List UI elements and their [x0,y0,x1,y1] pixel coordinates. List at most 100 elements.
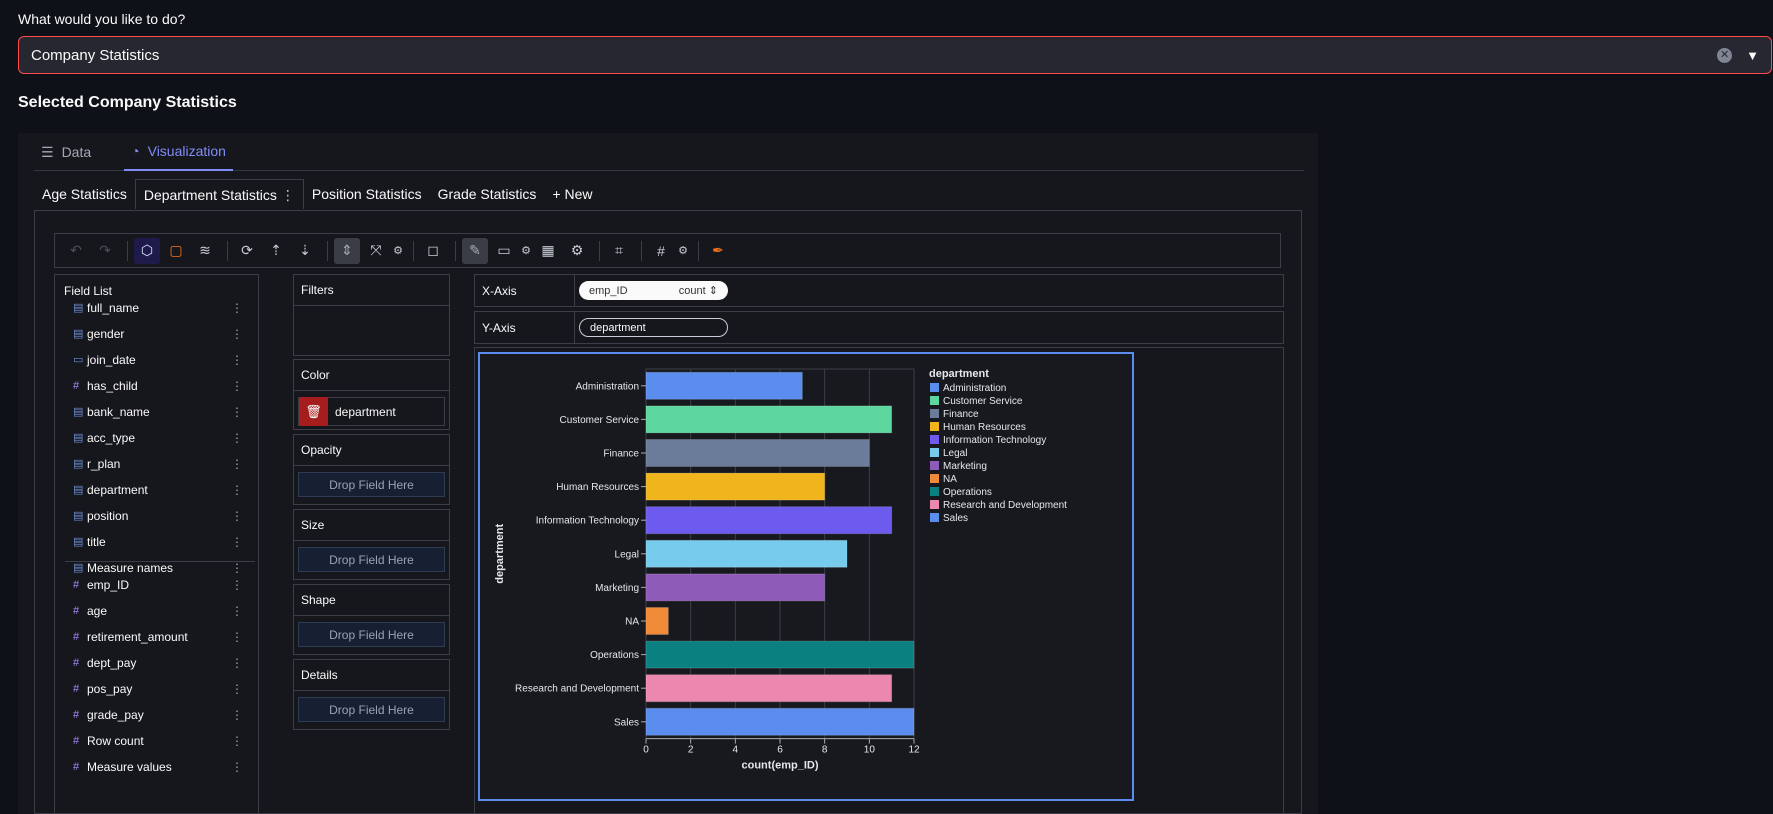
redo-icon[interactable]: ↷ [92,238,118,264]
legend-swatch [930,383,939,392]
y-axis-pill[interactable]: department [579,318,728,337]
export-settings-icon[interactable]: ⚙ [520,238,532,264]
number-settings-icon[interactable]: ⚙ [677,238,689,264]
transpose-icon[interactable]: ⟳ [234,238,260,264]
undo-icon[interactable]: ↶ [63,238,89,264]
x-axis-aggregation[interactable]: count ⇕ [679,284,718,297]
cube-icon[interactable]: ⬡ [134,237,160,264]
y-tick-label: Information Technology [536,516,639,527]
field-item-label: r_plan [87,456,121,471]
details-drop-zone[interactable]: Drop Field Here [298,697,445,722]
field-item[interactable]: # Row count ⋮ [73,729,253,752]
field-item[interactable]: # Measure values ⋮ [73,755,253,778]
x-tick-label: 4 [733,745,739,756]
bar [645,472,826,501]
field-item[interactable]: ▤ title ⋮ [73,530,253,553]
new-chart-button[interactable]: + New [544,179,600,209]
field-item[interactable]: # emp_ID ⋮ [73,573,253,596]
field-item[interactable]: ▤ gender ⋮ [73,322,253,345]
more-icon[interactable]: ⋮ [231,708,243,722]
field-item[interactable]: ▤ bank_name ⋮ [73,400,253,423]
tab-position-statistics[interactable]: Position Statistics [304,179,430,209]
code-icon[interactable]: ⌗ [606,238,632,264]
x-axis-shelf: X-Axis emp_ID count ⇕ [474,274,1284,307]
stack-mode-icon[interactable]: ⇕ [334,237,360,264]
updown-icon: ⇕ [708,285,718,297]
table-icon[interactable]: ▦ [535,238,561,264]
field-item[interactable]: ▤ r_plan ⋮ [73,452,253,475]
paint-icon[interactable]: ✒ [705,238,731,264]
mark-type-icon[interactable]: ▢ [163,238,189,264]
field-item[interactable]: # pos_pay ⋮ [73,677,253,700]
more-icon[interactable]: ⋮ [231,457,243,471]
field-item-label: bank_name [87,404,150,419]
shape-drop-zone[interactable]: Drop Field Here [298,622,445,647]
more-icon[interactable]: ⋮ [231,578,243,592]
x-axis-pill[interactable]: emp_ID count ⇕ [579,281,728,300]
more-icon[interactable]: ⋮ [231,509,243,523]
more-icon[interactable]: ⋮ [281,187,295,203]
field-item[interactable]: # grade_pay ⋮ [73,703,253,726]
y-tick-label: Sales [614,717,639,728]
more-icon[interactable]: ⋮ [231,656,243,670]
more-icon[interactable]: ⋮ [231,734,243,748]
tab-data[interactable]: ☰ Data [34,133,98,171]
text-field-icon: ▤ [73,458,84,470]
brush-select-icon[interactable]: ◻ [420,238,446,264]
size-drop-zone[interactable]: Drop Field Here [298,547,445,572]
more-icon[interactable]: ⋮ [231,301,243,315]
chart-tabs: Age Statistics Department Statistics ⋮ Po… [34,179,601,209]
more-icon[interactable]: ⋮ [231,630,243,644]
more-icon[interactable]: ⋮ [231,535,243,549]
chevron-down-icon[interactable]: ▼ [1746,48,1759,63]
more-icon[interactable]: ⋮ [231,353,243,367]
more-icon[interactable]: ⋮ [231,327,243,341]
more-icon[interactable]: ⋮ [231,483,243,497]
field-item-label: department [87,482,148,497]
image-export-icon[interactable]: ▭ [491,238,517,264]
field-item[interactable]: # retirement_amount ⋮ [73,625,253,648]
trash-icon[interactable]: 🗑 [299,397,328,426]
layout-settings-icon[interactable]: ⚙ [392,238,404,264]
layers-icon[interactable]: ≋ [192,238,218,264]
field-item[interactable]: ▤ department ⋮ [73,478,253,501]
more-icon[interactable]: ⋮ [231,431,243,445]
x-axis-label: X-Axis [475,275,575,306]
toolbar-divider [327,240,328,261]
clear-icon[interactable]: ✕ [1717,47,1733,63]
filters-box: Filters [293,274,450,356]
more-icon[interactable]: ⋮ [231,604,243,618]
field-item[interactable]: # has_child ⋮ [73,374,253,397]
wrench-icon[interactable]: ✎ [462,237,488,264]
text-field-icon: ▤ [73,536,84,548]
sort-ascending-icon[interactable]: ⇡ [263,238,289,264]
text-field-icon: ▤ [73,302,84,314]
field-item[interactable]: ▭ join_date ⋮ [73,348,253,371]
more-icon[interactable]: ⋮ [231,760,243,774]
tab-visualization[interactable]: ◔ Visualization [124,133,233,171]
more-icon[interactable]: ⋮ [231,379,243,393]
field-item-label: dept_pay [87,655,137,670]
color-field[interactable]: 🗑 department [298,397,445,426]
field-item[interactable]: # dept_pay ⋮ [73,651,253,674]
number-format-icon[interactable]: # [648,238,674,264]
tab-department-statistics[interactable]: Department Statistics ⋮ [134,179,304,209]
field-item[interactable]: ▤ acc_type ⋮ [73,426,253,449]
y-axis-shelf: Y-Axis department [474,311,1284,344]
sort-descending-icon[interactable]: ⇣ [292,238,318,264]
field-item-label: has_child [87,378,138,393]
settings-icon[interactable]: ⚙ [564,238,590,264]
bar [645,573,826,602]
field-item[interactable]: ▤ full_name ⋮ [73,296,253,319]
field-item[interactable]: # age ⋮ [73,599,253,622]
task-select[interactable]: Company Statistics ✕ ▼ [18,36,1772,74]
layout-mode-icon[interactable]: ⤧ [363,238,389,264]
tab-grade-statistics[interactable]: Grade Statistics [430,179,545,209]
field-item[interactable]: ▤ position ⋮ [73,504,253,527]
tab-age-statistics[interactable]: Age Statistics [34,179,135,209]
size-box: Size Drop Field Here [293,509,450,580]
more-icon[interactable]: ⋮ [231,405,243,419]
opacity-drop-zone[interactable]: Drop Field Here [298,472,445,497]
toolbar-divider [413,240,414,261]
more-icon[interactable]: ⋮ [231,682,243,696]
